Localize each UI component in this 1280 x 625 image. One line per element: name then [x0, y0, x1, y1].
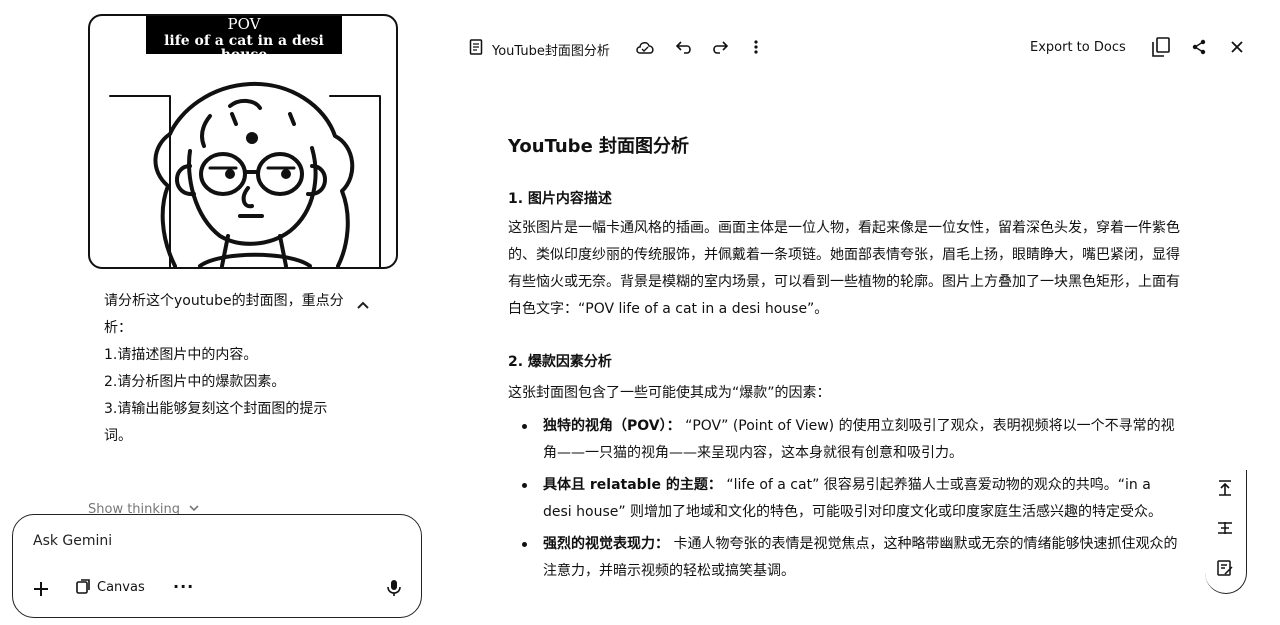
section-2-heading: 2. 爆款因素分析: [508, 354, 612, 370]
save-status-button[interactable]: [634, 38, 656, 56]
redo-button[interactable]: [710, 38, 730, 56]
more-tools-button[interactable]: ···: [173, 577, 194, 596]
thumbnail-text-overlay: POV life of a cat in a desi house: [146, 15, 342, 62]
chevron-down-icon: [189, 505, 199, 512]
list-item: 强烈的视觉表现力： 卡通人物夸张的表情是视觉焦点，这种略带幽默或无奈的情绪能够快…: [508, 531, 1183, 585]
list-item: 具体且 relatable 的主题： “life of a cat” 很容易引起…: [508, 472, 1183, 526]
scroll-to-top-button[interactable]: [1211, 476, 1239, 500]
canvas-icon: [76, 579, 90, 594]
overlay-line-2: life of a cat in a desi house: [164, 33, 324, 63]
canvas-button[interactable]: Canvas: [75, 579, 145, 595]
chat-panel: POV life of a cat in a desi house 请分析这个y…: [0, 0, 440, 625]
close-button[interactable]: [1226, 36, 1248, 58]
undo-button[interactable]: [674, 38, 694, 56]
overlay-line-1: POV: [227, 15, 261, 33]
cloud-icon: [636, 42, 654, 54]
share-icon: [1192, 39, 1206, 55]
document-toolbar: YouTube封面图分析 Export to Docs: [440, 24, 1280, 72]
add-attachment-button[interactable]: [29, 577, 53, 601]
document-title[interactable]: YouTube封面图分析: [492, 40, 610, 59]
document-icon-button[interactable]: [468, 38, 484, 56]
section-2-intro: 这张封面图包含了一些可能使其成为“爆款”的因素：: [508, 385, 831, 401]
format-button[interactable]: [1211, 516, 1239, 540]
section-1-heading: 1. 图片内容描述: [508, 191, 612, 207]
bullet-title: 强烈的视觉表现力：: [543, 536, 669, 552]
mic-icon: [387, 580, 401, 596]
uploaded-thumbnail-image[interactable]: POV life of a cat in a desi house: [88, 14, 398, 269]
bullet-title: 具体且 relatable 的主题：: [543, 477, 722, 493]
close-icon: [1231, 41, 1243, 53]
microphone-button[interactable]: [387, 579, 401, 601]
document-heading: YouTube 封面图分析: [508, 136, 690, 157]
format-icon: [1218, 522, 1232, 534]
prompt-input-box[interactable]: Ask Gemini Canvas ···: [12, 514, 422, 618]
copy-icon: [1152, 37, 1170, 57]
share-button[interactable]: [1188, 36, 1210, 58]
section-1-paragraph: 这张图片是一幅卡通风格的插画。画面主体是一位人物，看起来像是一位女性，留着深色头…: [508, 220, 1180, 317]
list-item: 独特的视角（POV）： “POV” (Point of View) 的使用立刻吸…: [508, 413, 1183, 467]
copy-button[interactable]: [1150, 36, 1172, 58]
user-prompt-message: 请分析这个youtube的封面图，重点分析： 1.请描述图片中的内容。 2.请分…: [104, 293, 344, 444]
doc-icon: [469, 39, 483, 55]
plus-icon: [34, 582, 48, 596]
viral-factors-list: 独特的视角（POV）： “POV” (Point of View) 的使用立刻吸…: [508, 413, 1183, 590]
scroll-top-icon: [1219, 480, 1231, 496]
ask-gemini-input[interactable]: Ask Gemini: [33, 533, 112, 549]
canvas-label: Canvas: [97, 579, 145, 595]
more-vert-icon: [754, 40, 758, 54]
edit-note-icon: [1217, 560, 1233, 576]
chevron-up-icon: [357, 301, 369, 309]
collapse-message-button[interactable]: [352, 294, 374, 316]
export-to-docs-button[interactable]: Export to Docs: [1030, 40, 1126, 55]
more-options-button[interactable]: [748, 38, 764, 56]
redo-icon: [713, 41, 728, 54]
editing-side-toolbar: [1205, 470, 1247, 594]
document-body[interactable]: YouTube 封面图分析 1. 图片内容描述 这张图片是一幅卡通风格的插画。画…: [508, 130, 1188, 579]
undo-icon: [676, 41, 691, 54]
edit-note-button[interactable]: [1211, 556, 1239, 580]
bullet-title: 独特的视角（POV）：: [543, 418, 681, 434]
